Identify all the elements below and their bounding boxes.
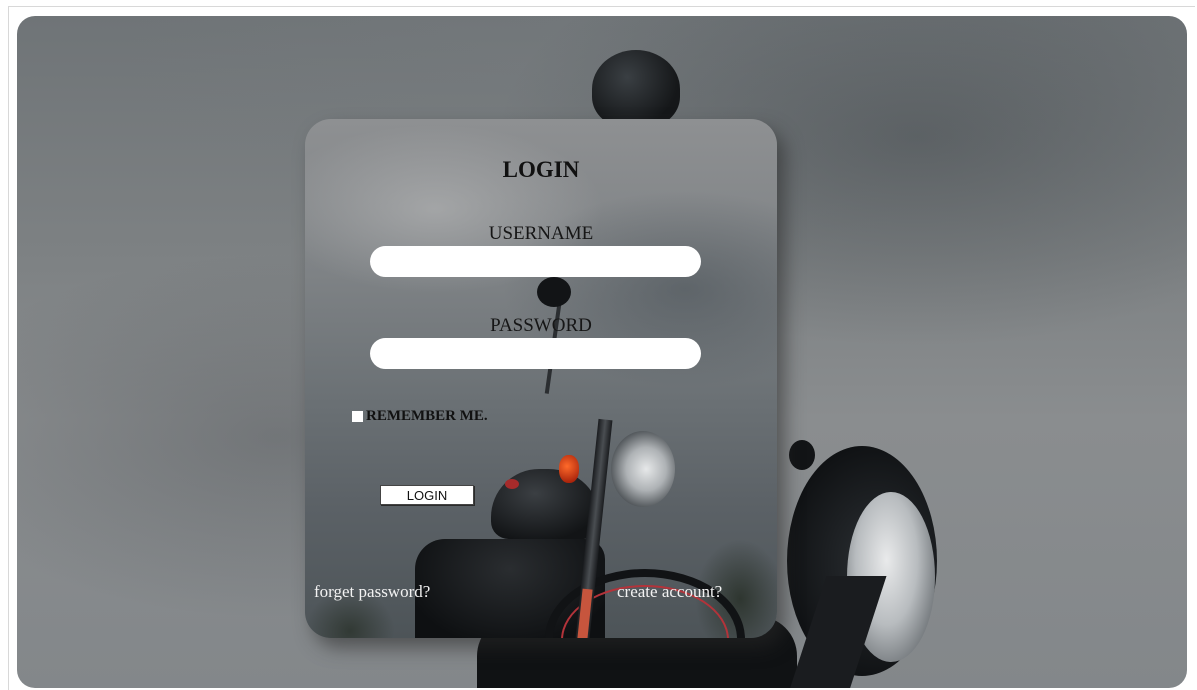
background-indicator-light — [789, 440, 815, 470]
forget-password-link[interactable]: forget password? — [314, 582, 430, 602]
remember-me-checkbox[interactable] — [352, 411, 363, 422]
login-title: LOGIN — [502, 157, 580, 182]
password-input[interactable] — [370, 338, 701, 369]
panel-bike-tank-badge — [505, 479, 519, 489]
panel-bike-headlight — [611, 431, 675, 507]
panel-bike-indicator — [559, 455, 579, 483]
login-button[interactable]: LOGIN — [380, 485, 474, 505]
password-label: PASSWORD — [490, 315, 592, 336]
panel-bike-mirror — [537, 277, 571, 307]
login-panel: LOGIN USERNAME PASSWORD REMEMBER ME. LOG… — [305, 119, 777, 638]
remember-me-label: REMEMBER ME. — [366, 408, 488, 424]
background-helmet — [592, 50, 680, 128]
remember-me[interactable]: REMEMBER ME. — [352, 408, 488, 425]
username-label: USERNAME — [488, 223, 594, 244]
username-input[interactable] — [370, 246, 701, 277]
create-account-link[interactable]: create account? — [617, 582, 722, 602]
